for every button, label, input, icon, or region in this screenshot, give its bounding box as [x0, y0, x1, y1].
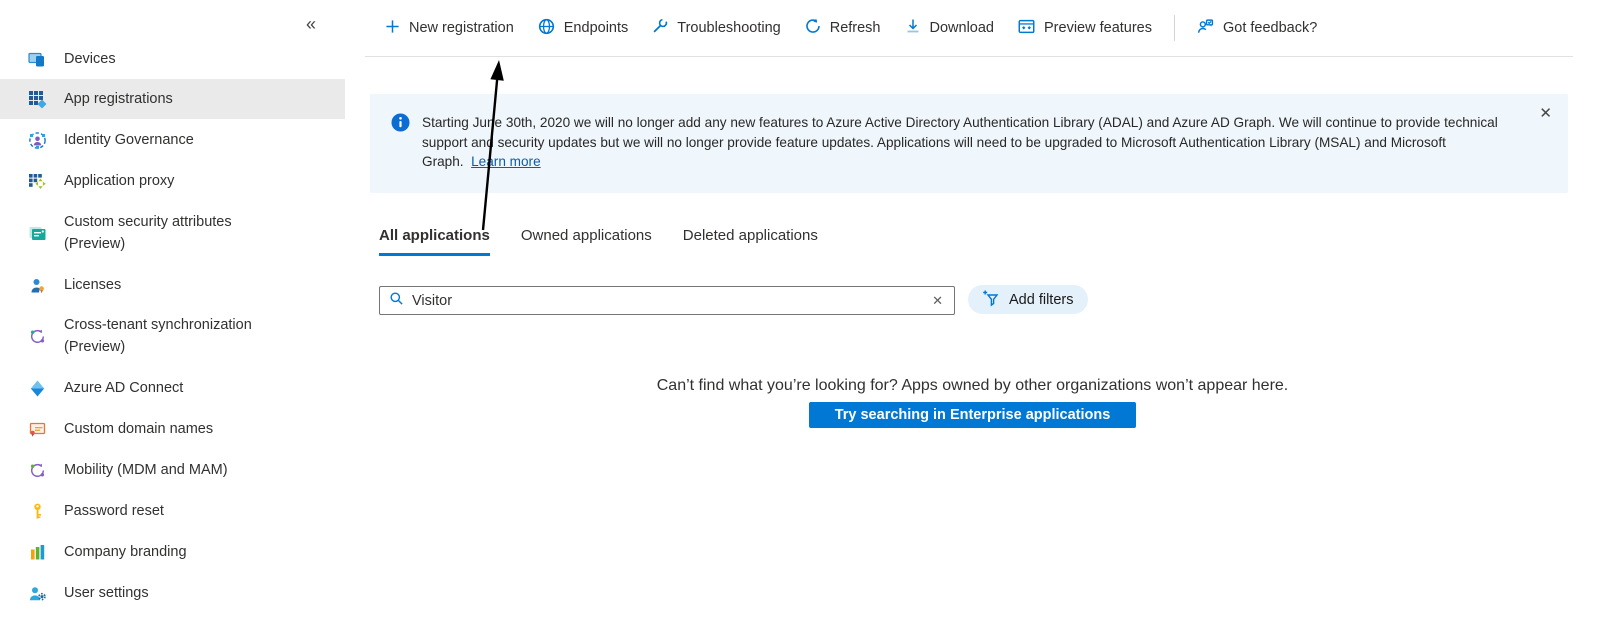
sidebar-item-password-reset[interactable]: Password reset [0, 491, 345, 531]
clear-search-icon[interactable]: ✕ [930, 293, 945, 309]
try-enterprise-applications-button[interactable]: Try searching in Enterprise applications [808, 402, 1137, 428]
sidebar-item-user-settings[interactable]: User settings [0, 573, 345, 613]
sidebar-item-label: Custom domain names [64, 420, 214, 437]
app-registrations-page: « Devices App registrations Identity Gov… [0, 0, 1600, 621]
app-registrations-icon [28, 90, 47, 109]
tab-deleted-applications[interactable]: Deleted applications [683, 227, 818, 256]
sidebar-item-label: Devices [64, 50, 116, 67]
banner-message: Starting June 30th, 2020 we will no long… [422, 113, 1500, 172]
wrench-icon [652, 18, 668, 38]
preview-features-button[interactable]: Preview features [1008, 0, 1162, 56]
application-proxy-icon [28, 172, 47, 191]
learn-more-link[interactable]: Learn more [471, 154, 541, 169]
sidebar-item-devices[interactable]: Devices [0, 39, 345, 79]
tab-all-applications[interactable]: All applications [379, 227, 490, 256]
devices-icon [28, 50, 47, 69]
azure-ad-connect-icon [28, 379, 47, 398]
custom-security-attributes-icon [28, 224, 47, 243]
download-button[interactable]: Download [895, 0, 1005, 56]
sidebar-item-label: Licenses [64, 276, 122, 293]
feedback-icon [1197, 18, 1214, 39]
troubleshooting-button[interactable]: Troubleshooting [642, 0, 790, 56]
new-registration-button[interactable]: New registration [375, 0, 524, 56]
sidebar-item-identity-governance[interactable]: Identity Governance [0, 120, 345, 160]
refresh-button[interactable]: Refresh [795, 0, 891, 56]
command-label: Refresh [829, 20, 881, 36]
sidebar-item-mobility[interactable]: Mobility (MDM and MAM) [0, 450, 345, 490]
empty-state: Can’t find what you’re looking for? Apps… [345, 377, 1600, 428]
sidebar-item-label: Cross-tenant synchronization (Preview) [64, 316, 252, 355]
preview-features-icon [1018, 18, 1035, 39]
sidebar-item-custom-security-attributes[interactable]: Custom security attributes (Preview) [0, 205, 345, 261]
sidebar-item-licenses[interactable]: Licenses [0, 265, 345, 305]
sidebar-item-label: Custom security attributes (Preview) [64, 213, 232, 252]
sidebar-item-app-registrations[interactable]: App registrations [0, 79, 345, 119]
search-icon [389, 291, 404, 311]
sidebar-item-cross-tenant-synchronization[interactable]: Cross-tenant synchronization (Preview) [0, 308, 345, 364]
add-filters-button[interactable]: Add filters [968, 285, 1089, 314]
custom-domain-names-icon [28, 420, 47, 439]
got-feedback-button[interactable]: Got feedback? [1187, 0, 1327, 56]
download-icon [905, 18, 921, 38]
sidebar-item-label: Password reset [64, 502, 164, 519]
command-separator [1174, 15, 1175, 41]
sidebar-item-company-branding[interactable]: Company branding [0, 532, 345, 572]
banner-close-icon[interactable]: ✕ [1539, 104, 1552, 122]
sidebar-item-label: Application proxy [64, 172, 175, 189]
endpoints-button[interactable]: Endpoints [528, 0, 639, 56]
command-label: Download [929, 20, 995, 36]
licenses-icon [28, 276, 47, 295]
empty-state-message: Can’t find what you’re looking for? Apps… [656, 377, 1289, 394]
password-reset-icon [28, 502, 47, 521]
sidebar-item-label: Company branding [64, 543, 187, 560]
cross-tenant-sync-icon [28, 327, 47, 346]
application-search-box: ✕ [379, 286, 955, 315]
add-filters-label: Add filters [1009, 291, 1074, 308]
globe-icon [538, 18, 555, 39]
search-input[interactable] [412, 292, 931, 309]
info-icon [391, 113, 410, 132]
sidebar-item-application-proxy[interactable]: Application proxy [0, 161, 345, 201]
sidebar-item-label: Identity Governance [64, 131, 194, 148]
sidebar-item-azure-ad-connect[interactable]: Azure AD Connect [0, 368, 345, 408]
info-banner: Starting June 30th, 2020 we will no long… [370, 94, 1568, 193]
collapse-sidebar-icon[interactable]: « [306, 14, 316, 35]
command-label: Preview features [1044, 20, 1152, 36]
sidebar-item-label: App registrations [64, 90, 173, 107]
command-label: Got feedback? [1223, 20, 1318, 36]
command-label: Troubleshooting [677, 20, 781, 36]
company-branding-icon [28, 543, 47, 562]
sidebar-item-custom-domain-names[interactable]: Custom domain names [0, 409, 345, 449]
banner-text: Starting June 30th, 2020 we will no long… [422, 115, 1498, 170]
add-filter-icon [983, 289, 1001, 311]
sidebar-item-label: Azure AD Connect [64, 379, 184, 396]
plus-icon [385, 19, 400, 38]
tab-bar: All applications Owned applications Dele… [379, 227, 818, 256]
user-settings-icon [28, 584, 47, 603]
command-label: New registration [409, 20, 514, 36]
sidebar-item-label: Mobility (MDM and MAM) [64, 461, 228, 478]
command-bar: New registration Endpoints Troubleshooti… [365, 0, 1573, 57]
sidebar: « Devices App registrations Identity Gov… [0, 0, 345, 621]
identity-governance-icon [28, 131, 47, 150]
main-content: New registration Endpoints Troubleshooti… [345, 0, 1600, 621]
refresh-icon [805, 18, 821, 38]
tab-owned-applications[interactable]: Owned applications [521, 227, 652, 256]
sidebar-item-label: User settings [64, 584, 149, 601]
command-label: Endpoints [563, 20, 629, 36]
mobility-icon [28, 461, 47, 480]
